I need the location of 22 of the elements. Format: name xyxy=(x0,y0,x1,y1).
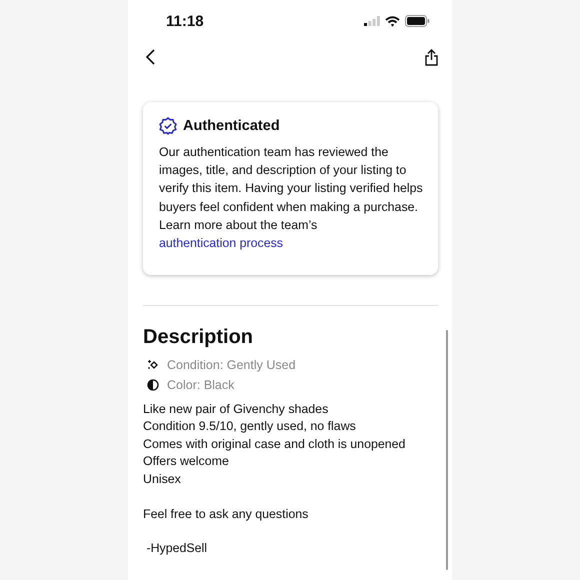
description-line: -HypedSell xyxy=(145,540,208,558)
description-line: Offers welcome xyxy=(143,453,230,470)
status-time: 11:18 xyxy=(166,12,204,30)
description-line: Condition 9.5/10, gently used, no flaws xyxy=(143,418,357,436)
contrast-icon xyxy=(147,379,159,391)
attribute-text: Condition: Gently Used xyxy=(167,357,296,373)
verified-badge-icon xyxy=(159,117,177,135)
card-title: Authenticated xyxy=(183,118,280,134)
authentication-text: Our authentication team has reviewed the images, title, and description of your listing to verify this item. Having your listing verified helps buyers feel confident when making a purchase. Learn more about the team’s authentication process xyxy=(159,144,424,252)
back-icon[interactable] xyxy=(146,49,155,65)
section-heading: Description xyxy=(143,326,254,349)
description-line: Like new pair of Givenchy shades xyxy=(143,401,330,418)
description-line: Unisex xyxy=(143,470,182,488)
sparkle-icon xyxy=(147,359,159,371)
battery-icon xyxy=(405,15,430,27)
wifi-icon xyxy=(385,16,400,26)
share-icon[interactable] xyxy=(425,48,438,66)
description-line: Comes with original case and cloth is unopened xyxy=(143,436,406,453)
attribute-text: Color: Black xyxy=(167,377,234,393)
authentication-link[interactable]: authentication process xyxy=(159,236,283,250)
signal-icon xyxy=(364,16,380,26)
description-line: Feel free to ask any questions xyxy=(143,506,310,523)
